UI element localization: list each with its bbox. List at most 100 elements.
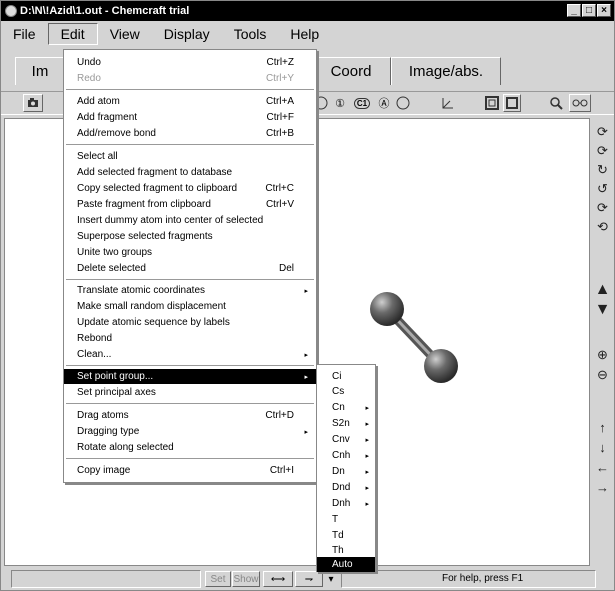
number-one-icon[interactable]: ① [331, 94, 349, 112]
menu-bar: File Edit View Display Tools Help [1, 21, 614, 47]
menu-random-displacement[interactable]: Make small random displacement [64, 299, 316, 314]
show-button[interactable]: Show [232, 571, 260, 587]
menu-help[interactable]: Help [278, 24, 331, 44]
atom-1[interactable] [370, 292, 404, 326]
camera-icon[interactable] [23, 94, 43, 112]
rotate-down-icon[interactable]: ⟳ [593, 142, 612, 160]
pg-t[interactable]: T [317, 512, 375, 527]
tab-image-abs[interactable]: Image/abs. [391, 57, 501, 85]
menu-clean[interactable]: Clean... ▸ [64, 347, 316, 362]
app-icon [5, 5, 17, 17]
frame-icon[interactable] [483, 94, 501, 112]
axes-icon[interactable] [438, 94, 456, 112]
menu-add-to-database[interactable]: Add selected fragment to database [64, 165, 316, 180]
pg-ci[interactable]: Ci [317, 369, 375, 384]
rotate-up-icon[interactable]: ⟳ [593, 123, 612, 141]
menu-translate-coordinates[interactable]: Translate atomic coordinates ▸ [64, 283, 316, 298]
pg-th[interactable]: Th [317, 543, 375, 558]
rotate-ccw-icon[interactable]: ⟲ [593, 218, 612, 236]
menu-rebond[interactable]: Rebond [64, 331, 316, 346]
menu-copy-fragment[interactable]: Copy selected fragment to clipboard Ctrl+… [64, 181, 316, 196]
pg-s2n[interactable]: S2n ▸ [317, 416, 375, 431]
menu-set-point-group[interactable]: Set point group... ▸ [64, 369, 316, 384]
set-button[interactable]: Set [205, 571, 231, 587]
menu-undo-shortcut: Ctrl+Z [266, 57, 295, 68]
submenu-arrow-icon: ▸ [304, 373, 308, 381]
menu-superpose[interactable]: Superpose selected fragments [64, 229, 316, 244]
menu-drag-atoms-label: Drag atoms [77, 410, 129, 421]
tab-coord[interactable]: Coord [311, 57, 391, 85]
menu-dragging-type[interactable]: Dragging type ▸ [64, 424, 316, 439]
pg-dn[interactable]: Dn ▸ [317, 464, 375, 479]
close-button[interactable]: × [597, 4, 611, 17]
menu-file[interactable]: File [1, 24, 48, 44]
menu-display[interactable]: Display [152, 24, 222, 44]
atom-2[interactable] [424, 349, 458, 383]
menu-insert-dummy-atom[interactable]: Insert dummy atom into center of selecte… [64, 213, 316, 228]
menu-copy-image[interactable]: Copy image Ctrl+I [64, 463, 316, 478]
zoom-icon[interactable] [547, 94, 565, 112]
arrow-down-icon[interactable]: ↓ [593, 438, 612, 456]
move-down-icon[interactable]: ▼ [593, 301, 612, 319]
menu-update-sequence[interactable]: Update atomic sequence by labels [64, 315, 316, 330]
pg-td-label: Td [332, 530, 344, 541]
pg-td[interactable]: Td [317, 528, 375, 543]
rotate-cw-icon[interactable]: ⟳ [593, 199, 612, 217]
bond-direction-icon[interactable]: ⇁ [295, 571, 323, 587]
menu-rotate-along-selected[interactable]: Rotate along selected [64, 440, 316, 455]
menu-add-remove-bond[interactable]: Add/remove bond Ctrl+B [64, 126, 316, 141]
empty-circle-icon[interactable] [394, 94, 412, 112]
menu-add-fragment[interactable]: Add fragment Ctrl+F [64, 110, 316, 125]
pg-cs-label: Cs [332, 386, 345, 397]
box-icon[interactable] [503, 94, 521, 112]
dropdown-arrow-icon[interactable]: ▾ [324, 571, 338, 587]
minimize-button[interactable]: _ [567, 4, 581, 17]
submenu-arrow-icon: ▸ [365, 404, 369, 412]
c1-label: C1 [353, 97, 371, 109]
menu-delete-selected[interactable]: Delete selected Del [64, 261, 316, 276]
pg-dnd[interactable]: Dnd ▸ [317, 480, 375, 495]
tab-image[interactable]: Im [15, 57, 65, 85]
submenu-arrow-icon: ▸ [365, 500, 369, 508]
zoom-out-icon[interactable]: ⊖ [593, 366, 612, 384]
maximize-button[interactable]: □ [582, 4, 596, 17]
atom-label-icon[interactable]: Ⓐ [375, 94, 393, 112]
rotate-left-icon[interactable]: ↻ [593, 161, 612, 179]
menu-redo-label: Redo [77, 73, 101, 84]
rotate-right-icon[interactable]: ↺ [593, 180, 612, 198]
menu-set-principal-axes[interactable]: Set principal axes [64, 385, 316, 400]
menu-clean-label: Clean... [77, 349, 112, 360]
pg-dnd-label: Dnd [332, 482, 351, 493]
menu-redo[interactable]: Redo Ctrl+Y [64, 71, 316, 86]
menu-redo-shortcut: Ctrl+Y [265, 73, 294, 84]
pg-cnv[interactable]: Cnv ▸ [317, 432, 375, 447]
menu-view[interactable]: View [98, 24, 152, 44]
pg-auto[interactable]: Auto [317, 557, 375, 572]
move-up-icon[interactable]: ▲ [593, 281, 612, 299]
menu-select-all[interactable]: Select all [64, 149, 316, 164]
menu-unite-groups[interactable]: Unite two groups [64, 245, 316, 260]
arrow-up-icon[interactable]: ↑ [593, 418, 612, 436]
menu-undo[interactable]: Undo Ctrl+Z [64, 55, 316, 70]
arrow-right-icon[interactable]: → [593, 478, 612, 496]
menu-edit[interactable]: Edit [47, 23, 98, 45]
menu-paste-fragment-shortcut: Ctrl+V [265, 199, 294, 210]
c1-symmetry-icon[interactable]: C1 [351, 94, 373, 112]
pg-th-label: Th [332, 545, 344, 556]
pg-cn[interactable]: Cn ▸ [317, 400, 375, 415]
pg-dnh[interactable]: Dnh ▸ [317, 496, 375, 511]
pg-ci-label: Ci [332, 371, 342, 382]
pg-cnh[interactable]: Cnh ▸ [317, 448, 375, 463]
menu-tools[interactable]: Tools [222, 24, 279, 44]
point-group-submenu: Ci Cs Cn ▸ S2n ▸ Cnv ▸ Cnh ▸ Dn ▸ Dnd ▸ Dnh ▸ T… [316, 364, 376, 572]
menu-paste-fragment-label: Paste fragment from clipboard [77, 199, 211, 210]
menu-add-atom[interactable]: Add atom Ctrl+A [64, 94, 316, 109]
pg-cs[interactable]: Cs [317, 384, 375, 399]
glasses-icon[interactable] [569, 94, 591, 112]
menu-add-atom-shortcut: Ctrl+A [265, 96, 294, 107]
arrow-left-icon[interactable]: ← [593, 458, 612, 476]
bond-swap-icon[interactable]: ⟷ [263, 571, 293, 587]
menu-drag-atoms[interactable]: Drag atoms Ctrl+D [64, 408, 316, 423]
menu-paste-fragment[interactable]: Paste fragment from clipboard Ctrl+V [64, 197, 316, 212]
zoom-in-icon[interactable]: ⊕ [593, 346, 612, 364]
